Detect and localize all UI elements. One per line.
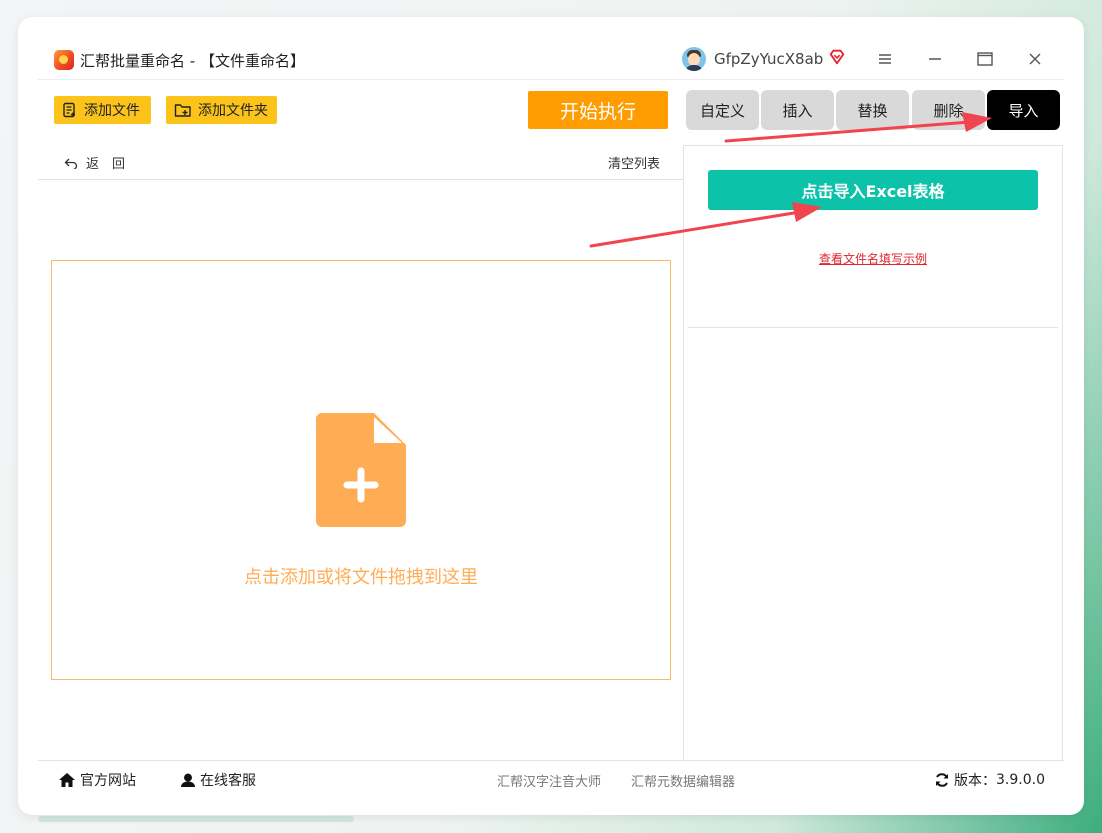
online-support-label: 在线客服 xyxy=(200,773,256,789)
version-info: 版本： 3.9.0.0 xyxy=(934,770,1045,790)
tab-import[interactable]: 导入 xyxy=(987,90,1060,130)
app-window: 汇帮批量重命名 - 【文件重命名】 GfpZyYucX8ab 添加文件 添加文件… xyxy=(38,38,1064,795)
close-icon[interactable] xyxy=(1022,46,1048,72)
title-bar: 汇帮批量重命名 - 【文件重命名】 GfpZyYucX8ab xyxy=(38,38,1064,80)
user-avatar[interactable] xyxy=(682,47,706,71)
background-strip xyxy=(38,816,354,822)
metadata-editor-link[interactable]: 汇帮元数据编辑器 xyxy=(631,771,735,790)
file-list-header: 返 回 清空列表 xyxy=(38,145,683,180)
clear-list-button[interactable]: 清空列表 xyxy=(608,153,660,172)
add-folder-label: 添加文件夹 xyxy=(198,103,268,119)
status-bar: 官方网站 在线客服 汇帮汉字注音大师 汇帮元数据编辑器 版本： 3.9.0.0 xyxy=(38,760,1064,795)
refresh-icon xyxy=(936,773,948,787)
tab-replace[interactable]: 替换 xyxy=(836,90,909,130)
support-person-icon xyxy=(181,772,195,787)
version-number: 3.9.0.0 xyxy=(996,772,1045,788)
add-file-large-icon xyxy=(316,413,406,527)
panel-divider xyxy=(688,327,1058,328)
maximize-icon[interactable] xyxy=(972,46,998,72)
tab-delete[interactable]: 删除 xyxy=(912,90,985,130)
import-panel: 点击导入Excel表格 查看文件名填写示例 xyxy=(683,145,1063,760)
import-excel-button[interactable]: 点击导入Excel表格 xyxy=(708,170,1038,210)
back-label: 返 回 xyxy=(86,157,126,172)
tab-custom[interactable]: 自定义 xyxy=(686,90,759,130)
undo-arrow-icon xyxy=(64,158,78,169)
vip-diamond-icon[interactable] xyxy=(828,48,846,66)
add-file-button[interactable]: 添加文件 xyxy=(54,96,151,124)
app-logo-icon xyxy=(54,50,74,70)
version-label: 版本： xyxy=(954,773,996,789)
start-execute-button[interactable]: 开始执行 xyxy=(528,91,668,129)
online-support-link[interactable]: 在线客服 xyxy=(180,770,256,790)
window-title: 汇帮批量重命名 - 【文件重命名】 xyxy=(80,52,305,70)
username-label[interactable]: GfpZyYucX8ab xyxy=(714,50,823,68)
add-file-icon xyxy=(63,102,75,118)
official-website-label: 官方网站 xyxy=(80,773,136,789)
add-folder-icon xyxy=(174,104,191,117)
add-folder-button[interactable]: 添加文件夹 xyxy=(166,96,277,124)
drop-hint-text: 点击添加或将文件拖拽到这里 xyxy=(244,567,478,588)
official-website-link[interactable]: 官方网站 xyxy=(58,770,136,790)
add-file-label: 添加文件 xyxy=(84,103,140,119)
minimize-icon[interactable] xyxy=(922,46,948,72)
filename-example-link[interactable]: 查看文件名填写示例 xyxy=(684,250,1062,267)
menu-icon[interactable] xyxy=(872,46,898,72)
pinyin-tool-link[interactable]: 汇帮汉字注音大师 xyxy=(497,771,601,790)
tab-insert[interactable]: 插入 xyxy=(761,90,834,130)
back-button[interactable]: 返 回 xyxy=(64,153,125,172)
file-drop-zone[interactable]: 点击添加或将文件拖拽到这里 xyxy=(51,260,671,680)
home-icon xyxy=(59,773,75,787)
